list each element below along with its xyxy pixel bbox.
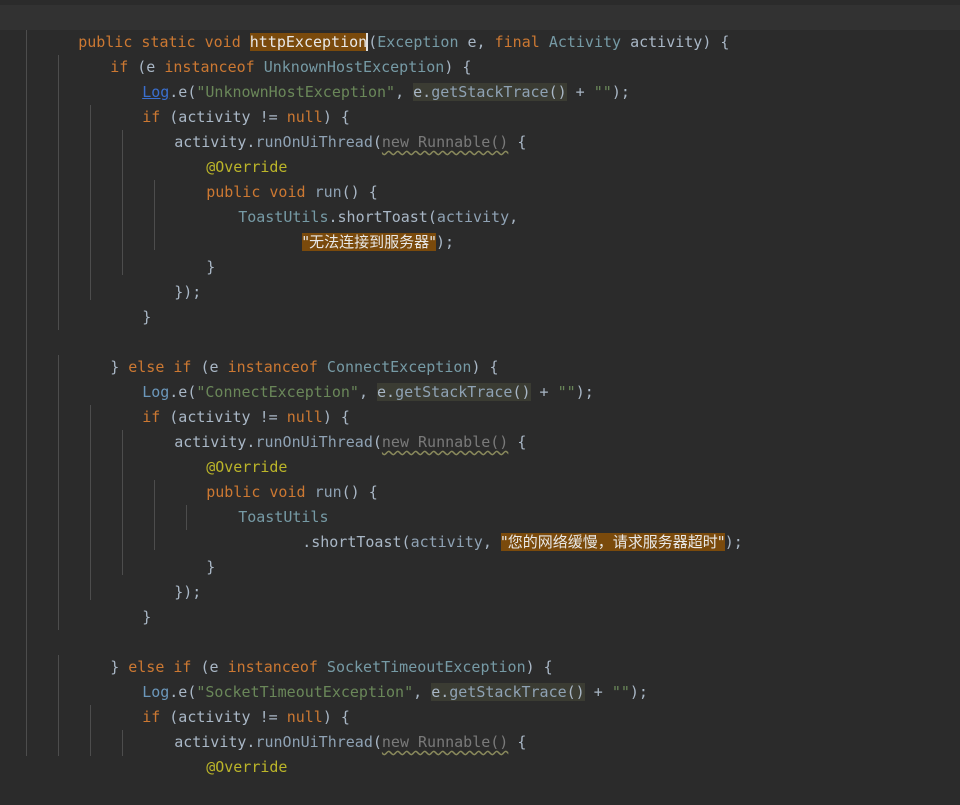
code-line-22[interactable]: } [0,530,215,576]
anonymous-class-token[interactable]: new Runnable() [382,133,508,151]
code-line-21[interactable]: .shortToast(activity, "您的网络缓慢，请求服务器超时"); [0,505,743,551]
anonymous-class-token[interactable]: new Runnable() [382,433,508,451]
code-line-1[interactable]: public static void httpException(Excepti… [0,5,960,51]
code-line-30[interactable]: @Override [0,730,287,776]
anonymous-class-token[interactable]: new Runnable() [382,733,508,751]
code-line-3[interactable]: Log.e("UnknownHostException", e.getStack… [0,55,630,101]
code-line-11[interactable]: }); [0,255,201,301]
code-token: ( [372,433,382,451]
code-token: , [509,208,519,226]
brace-token: }); [174,283,202,301]
code-line-12[interactable]: } [0,280,151,326]
brace-token: } [142,608,152,626]
code-line-14[interactable]: } else if (e instanceof ConnectException… [0,330,498,376]
usage-highlight: e. [431,683,450,701]
brace-token: } [142,308,152,326]
code-line-15[interactable]: Log.e("ConnectException", e.getStackTrac… [0,355,594,401]
method-call-token[interactable]: getStackTrace [449,683,567,701]
code-token: { [508,133,527,151]
code-line-6[interactable]: @Override [0,130,287,176]
code-token: + [530,383,558,401]
param-token: activity [410,533,483,551]
type-token[interactable]: Activity [549,33,621,51]
string-literal: "" [611,683,630,701]
keyword-token: final [494,33,549,51]
code-token: () { [341,483,378,501]
code-line-10[interactable]: } [0,230,215,276]
code-token: , [395,83,414,101]
param-token: activity) { [621,33,730,51]
code-token: , [413,683,432,701]
code-token: + [584,683,612,701]
code-token: ); [575,383,594,401]
code-line-20[interactable]: ToastUtils [0,480,328,526]
code-token: , [482,533,501,551]
brace-token: } [206,258,216,276]
code-token: ( [372,133,382,151]
string-literal: "您的网络缓慢，请求服务器超时" [500,533,725,551]
brace-token: } [206,558,216,576]
annotation-token: @Override [206,758,288,776]
code-line-28[interactable]: if (activity != null) { [0,680,350,726]
code-token: ); [629,683,648,701]
code-line-29[interactable]: activity.runOnUiThread(new Runnable() { [0,705,526,751]
code-token: , [358,383,377,401]
string-literal: "" [557,383,576,401]
code-line-24[interactable]: } [0,580,151,626]
brace-token: }); [174,583,202,601]
code-line-16[interactable]: if (activity != null) { [0,380,350,426]
code-token: ( [372,733,382,751]
usage-highlight: () [548,83,567,101]
code-line-26[interactable]: } else if (e instanceof SocketTimeoutExc… [0,630,553,676]
code-line-4[interactable]: if (activity != null) { [0,80,350,126]
code-line-23[interactable]: }); [0,555,201,601]
code-token: ); [724,533,743,551]
code-editor[interactable]: public static void httpException(Excepti… [0,0,960,776]
string-literal: "无法连接到服务器" [302,233,436,251]
code-line-2[interactable]: if (e instanceof UnknownHostException) { [0,30,471,76]
string-literal: "" [593,83,612,101]
code-line-8[interactable]: ToastUtils.shortToast(activity, [0,180,518,226]
code-line-27[interactable]: Log.e("SocketTimeoutException", e.getSta… [0,655,648,701]
code-token: ); [436,233,455,251]
code-token: ); [611,83,630,101]
method-call-token[interactable]: getStackTrace [431,83,549,101]
code-token: + [566,83,594,101]
code-line-18[interactable]: @Override [0,430,287,476]
code-line-17[interactable]: activity.runOnUiThread(new Runnable() { [0,405,526,451]
code-token: { [508,733,527,751]
code-line-9[interactable]: "无法连接到服务器"); [0,205,454,251]
code-line-7[interactable]: public void run() { [0,155,378,201]
code-line-19[interactable]: public void run() { [0,455,378,501]
code-line-5[interactable]: activity.runOnUiThread(new Runnable() { [0,105,526,151]
method-call-token[interactable]: getStackTrace [395,383,513,401]
code-token: .shortToast( [302,533,411,551]
usage-highlight: () [512,383,531,401]
code-token: { [508,433,527,451]
usage-highlight: e. [377,383,396,401]
usage-highlight: e. [413,83,432,101]
usage-highlight: () [566,683,585,701]
